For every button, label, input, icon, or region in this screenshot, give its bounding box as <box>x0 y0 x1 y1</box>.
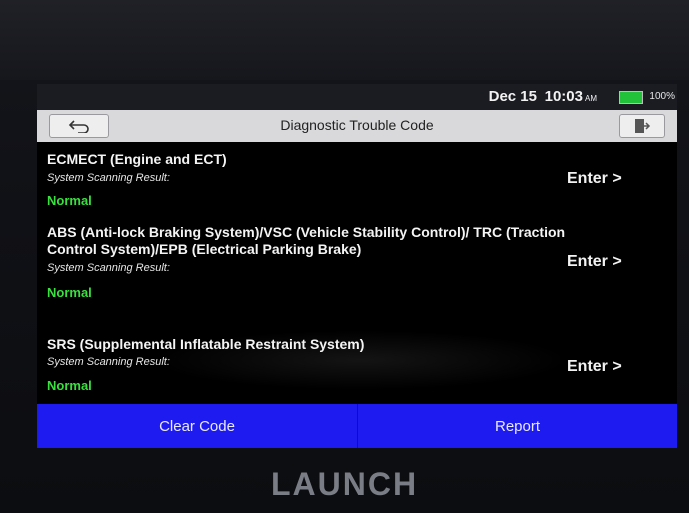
system-title: SRS (Supplemental Inflatable Restraint S… <box>47 336 365 352</box>
enter-button[interactable]: Enter > <box>567 170 622 188</box>
list-item: ABS (Anti-lock Braking System)/VSC (Vehi… <box>37 224 677 324</box>
enter-button[interactable]: Enter > <box>567 358 622 376</box>
status-time-value: 10:03 <box>544 88 583 105</box>
list-item: SRS (Supplemental Inflatable Restraint S… <box>37 336 677 402</box>
scan-result-label: System Scanning Result: <box>47 172 170 184</box>
report-button[interactable]: Report <box>358 404 677 448</box>
clear-code-button[interactable]: Clear Code <box>37 404 358 448</box>
brand-logo: LAUNCH <box>270 466 419 502</box>
battery-percent: 100% <box>649 91 675 102</box>
status-bar: Dec 15 10:03 AM 100% <box>37 84 677 110</box>
scan-result-label: System Scanning Result: <box>47 262 170 274</box>
exit-button[interactable] <box>619 114 665 138</box>
scan-result-label: System Scanning Result: <box>47 356 170 368</box>
enter-button[interactable]: Enter > <box>567 253 622 271</box>
system-title: ABS (Anti-lock Braking System)/VSC (Vehi… <box>47 224 566 257</box>
bottom-action-bar: Clear Code Report <box>37 404 677 448</box>
status-normal: Normal <box>47 193 92 208</box>
system-title: ECMECT (Engine and ECT) <box>47 151 227 167</box>
status-ampm: AM <box>585 94 597 103</box>
status-time: 10:03 AM <box>545 88 597 105</box>
status-normal: Normal <box>47 285 92 300</box>
status-date: Dec 15 <box>488 88 537 105</box>
status-normal: Normal <box>47 378 92 393</box>
battery-icon <box>619 91 643 104</box>
exit-icon <box>635 119 651 133</box>
title-bar: Diagnostic Trouble Code <box>37 110 677 142</box>
device-screen: Dec 15 10:03 AM 100% Diagnostic Trouble C… <box>37 84 677 448</box>
list-item: ECMECT (Engine and ECT) System Scanning … <box>37 148 677 214</box>
system-list: ECMECT (Engine and ECT) System Scanning … <box>37 142 677 404</box>
page-title: Diagnostic Trouble Code <box>280 117 434 133</box>
bezel-top <box>0 0 689 80</box>
